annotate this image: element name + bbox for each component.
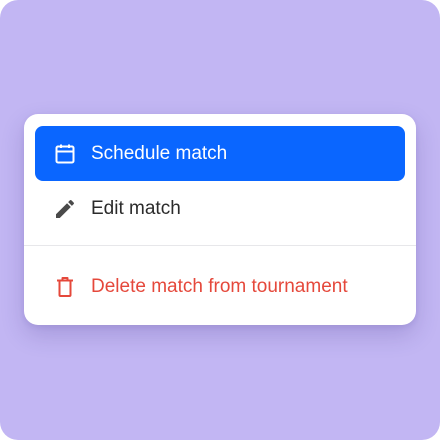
trash-icon: [52, 274, 78, 300]
menu-item-label: Schedule match: [91, 143, 228, 164]
context-menu: Schedule match Edit match Delete match f…: [24, 114, 416, 325]
menu-item-edit-match[interactable]: Edit match: [35, 181, 405, 236]
backdrop: Schedule match Edit match Delete match f…: [0, 0, 440, 440]
calendar-icon: [52, 141, 78, 167]
menu-item-delete-match[interactable]: Delete match from tournament: [35, 259, 405, 314]
menu-item-label: Delete match from tournament: [91, 276, 348, 297]
menu-divider: [24, 245, 416, 246]
menu-item-schedule-match[interactable]: Schedule match: [35, 126, 405, 181]
pencil-icon: [52, 196, 78, 222]
menu-item-label: Edit match: [91, 198, 181, 219]
